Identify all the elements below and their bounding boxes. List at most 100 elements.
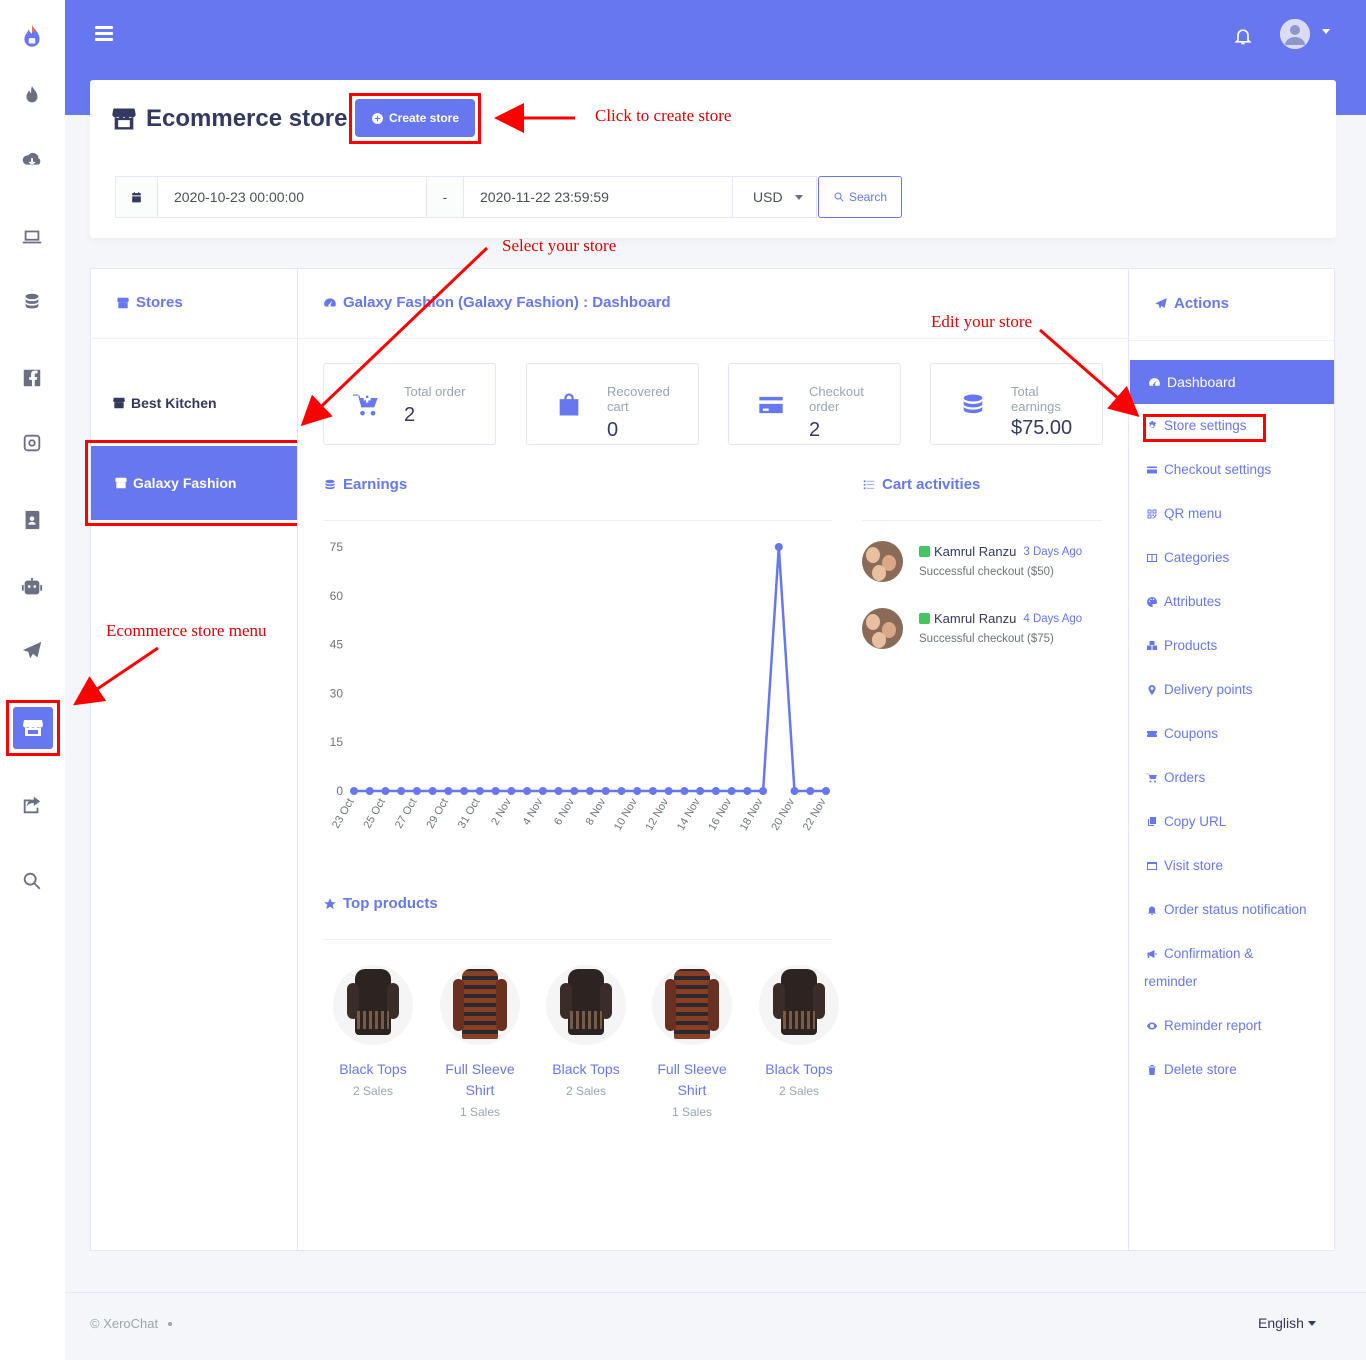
product-name[interactable]: Full Sleeve Shirt	[643, 1059, 741, 1101]
action-label: Orders	[1164, 770, 1206, 785]
data-point	[428, 787, 437, 795]
date-from-input[interactable]: 2020-10-23 00:00:00	[157, 176, 427, 218]
create-store-button[interactable]: Create store	[355, 99, 475, 137]
stat-label: Recovered cart	[607, 384, 670, 414]
contact-book-icon[interactable]	[17, 505, 47, 535]
shopping-bag-icon	[919, 613, 930, 624]
footer-copyright: © XeroChat	[90, 1316, 173, 1331]
qrcode-icon	[1147, 509, 1157, 518]
instagram-icon[interactable]	[17, 428, 47, 458]
x-tick-label: 2 Nov	[489, 796, 514, 827]
action-products[interactable]: Products	[1146, 638, 1217, 653]
action-label: Store settings	[1164, 418, 1247, 433]
action-orders[interactable]: Orders	[1146, 770, 1205, 785]
product-image	[759, 965, 839, 1045]
action-coupons[interactable]: Coupons	[1146, 726, 1218, 741]
action-checkout-settings[interactable]: Checkout settings	[1146, 462, 1271, 477]
data-point	[538, 787, 547, 795]
action-label: Dashboard	[1167, 374, 1236, 390]
action-qr-menu[interactable]: QR menu	[1146, 506, 1222, 521]
user-dropdown-caret-icon[interactable]	[1322, 29, 1330, 34]
stores-title: Stores	[116, 294, 183, 311]
product-card[interactable]: Black Tops 2 Sales	[537, 965, 635, 1098]
currency-select[interactable]: USD	[732, 176, 817, 218]
product-card[interactable]: Full Sleeve Shirt 1 Sales	[643, 965, 741, 1119]
product-card[interactable]: Full Sleeve Shirt 1 Sales	[431, 965, 529, 1119]
store-item-label: Best Kitchen	[131, 395, 217, 411]
stat-checkout-order: Checkout order 2	[728, 363, 901, 445]
search-button[interactable]: Search	[818, 176, 902, 218]
paper-plane-icon[interactable]	[17, 636, 47, 666]
data-point	[601, 787, 610, 795]
hamburger-menu-icon[interactable]	[95, 26, 113, 42]
action-delete-store[interactable]: Delete store	[1146, 1062, 1237, 1077]
avatar[interactable]	[1280, 19, 1310, 49]
cloud-download-icon[interactable]	[17, 145, 47, 175]
top-products-label: Top products	[343, 895, 438, 912]
action-categories[interactable]: Categories	[1146, 550, 1229, 565]
x-tick-label: 25 Oct	[361, 797, 388, 831]
action-confirmation-reminder-line2[interactable]: reminder	[1144, 974, 1197, 989]
store-menu-item-active[interactable]	[13, 707, 53, 749]
x-tick-label: 31 Oct	[456, 797, 483, 831]
product-card[interactable]: Black Tops 2 Sales	[750, 965, 848, 1098]
store-item-galaxy-fashion[interactable]: Galaxy Fashion	[91, 446, 297, 520]
robot-icon[interactable]	[17, 572, 47, 602]
product-sales: 1 Sales	[671, 1105, 713, 1119]
action-attributes[interactable]: Attributes	[1146, 594, 1221, 609]
fire-icon[interactable]	[17, 80, 47, 110]
action-label: Order status notification	[1164, 902, 1307, 917]
store-item-label: Galaxy Fashion	[133, 475, 237, 491]
product-card[interactable]: Black Tops 2 Sales	[324, 965, 422, 1098]
coins-icon[interactable]	[17, 287, 47, 317]
x-tick-label: 14 Nov	[675, 796, 703, 833]
laptop-code-icon[interactable]	[17, 222, 47, 252]
data-point	[664, 787, 673, 795]
action-confirmation-reminder[interactable]: Confirmation &	[1146, 946, 1253, 961]
star-icon	[324, 897, 336, 909]
data-point	[586, 787, 594, 795]
data-point	[523, 787, 532, 795]
product-name[interactable]: Black Tops	[324, 1059, 422, 1080]
date-to-input[interactable]: 2020-11-22 23:59:59	[463, 176, 733, 218]
product-name[interactable]: Full Sleeve Shirt	[431, 1059, 529, 1101]
data-point	[680, 787, 689, 795]
bell-icon[interactable]	[1233, 25, 1253, 52]
palette-icon	[1147, 596, 1157, 607]
store-item-best-kitchen[interactable]: Best Kitchen	[112, 395, 217, 411]
action-store-settings[interactable]: Store settings	[1146, 418, 1247, 433]
x-tick-label: 8 Nov	[584, 796, 609, 827]
action-visit-store[interactable]: Visit store	[1146, 858, 1223, 873]
x-tick-label: 18 Nov	[738, 796, 766, 833]
cart-activity-time: 3 Days Ago	[1023, 545, 1083, 558]
gear-icon	[1149, 420, 1156, 428]
store-title-icon	[110, 105, 138, 138]
action-label: Coupons	[1164, 726, 1219, 741]
action-label: QR menu	[1164, 506, 1222, 521]
product-name[interactable]: Black Tops	[537, 1059, 635, 1080]
calendar-addon	[115, 176, 158, 218]
cart-activity-desc: Successful checkout ($50)	[919, 566, 1054, 578]
boxes-icon	[1147, 640, 1157, 650]
x-tick-label: 12 Nov	[643, 796, 671, 833]
action-delivery-points[interactable]: Delivery points	[1146, 682, 1253, 697]
paper-plane-icon	[1155, 297, 1167, 309]
language-dropdown[interactable]: English	[1258, 1315, 1316, 1331]
app-logo-icon[interactable]	[17, 22, 47, 52]
search-icon[interactable]	[17, 866, 47, 896]
product-name[interactable]: Black Tops	[750, 1059, 848, 1080]
dashboard-title: Galaxy Fashion (Galaxy Fashion) : Dashbo…	[323, 294, 671, 311]
y-tick-label: 60	[330, 589, 344, 603]
action-dashboard[interactable]: Dashboard	[1130, 360, 1334, 404]
action-order-status-notification[interactable]: Order status notification	[1146, 902, 1307, 917]
data-point	[412, 787, 421, 795]
share-icon[interactable]	[17, 790, 47, 820]
action-label: Attributes	[1164, 594, 1222, 609]
x-tick-label: 16 Nov	[706, 796, 734, 833]
footer-divider	[65, 1292, 1366, 1293]
facebook-icon[interactable]	[17, 363, 47, 393]
x-tick-label: 22 Nov	[801, 796, 829, 833]
action-copy-url[interactable]: Copy URL	[1146, 814, 1226, 829]
data-point	[633, 787, 642, 795]
action-reminder-report[interactable]: Reminder report	[1146, 1018, 1262, 1033]
